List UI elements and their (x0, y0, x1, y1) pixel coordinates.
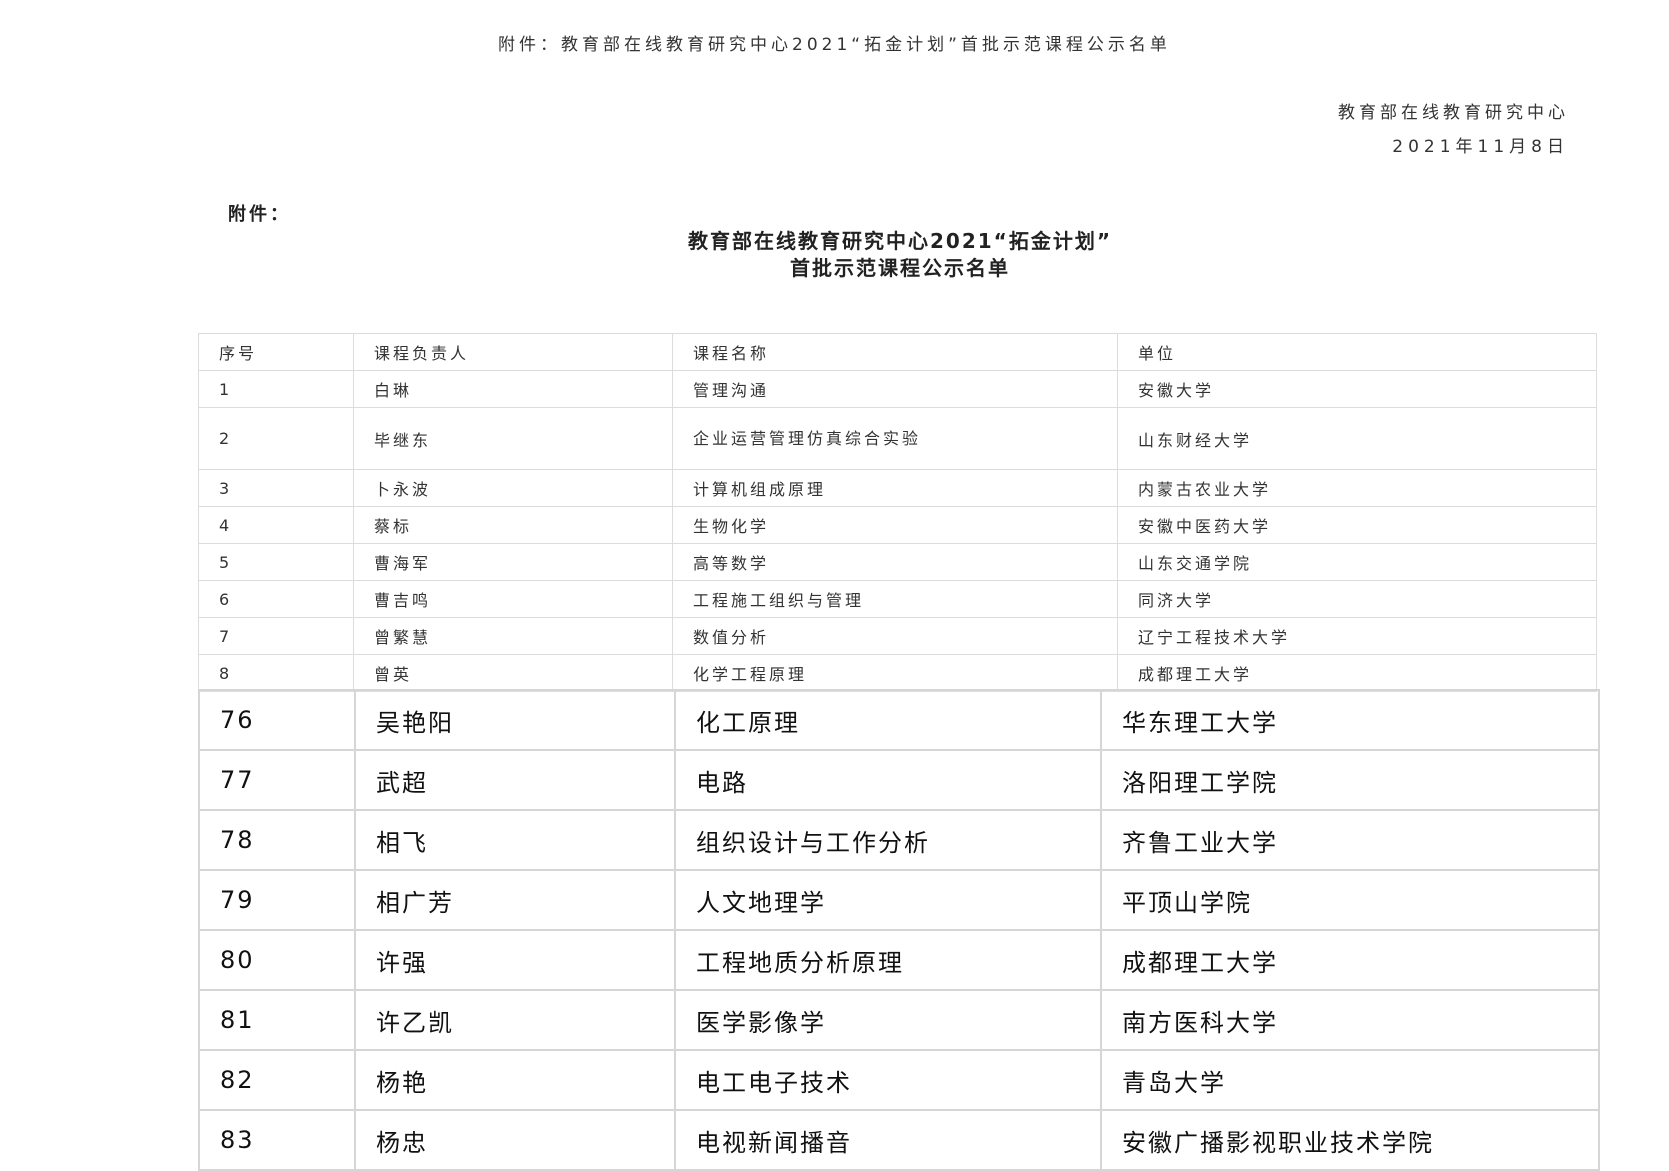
cell-unit: 洛阳理工学院 (1100, 749, 1600, 811)
cell-course: 人文地理学 (674, 869, 1102, 931)
table-row: 81 许乙凯 医学影像学 南方医科大学 (198, 989, 1600, 1051)
header-lead: 课程负责人 (353, 333, 673, 371)
cell-no: 2 (198, 407, 354, 470)
cell-unit: 华东理工大学 (1100, 689, 1600, 751)
cell-unit: 同济大学 (1117, 580, 1597, 618)
document-title: 教育部在线教育研究中心2021“拓金计划” 首批示范课程公示名单 (440, 228, 1360, 282)
table-row: 82 杨艳 电工电子技术 青岛大学 (198, 1049, 1600, 1111)
header-course: 课程名称 (672, 333, 1118, 371)
cell-no: 81 (198, 989, 356, 1051)
cell-course: 组织设计与工作分析 (674, 809, 1102, 871)
cell-no: 7 (198, 617, 354, 655)
cell-no: 78 (198, 809, 356, 871)
cell-lead: 杨艳 (354, 1049, 676, 1111)
cell-unit: 辽宁工程技术大学 (1117, 617, 1597, 655)
cell-lead: 毕继东 (353, 407, 673, 470)
table-row: 4 蔡标 生物化学 安徽中医药大学 (198, 506, 1597, 544)
cell-lead: 卜永波 (353, 469, 673, 507)
cell-course: 化工原理 (674, 689, 1102, 751)
cell-course: 电视新闻播音 (674, 1109, 1102, 1171)
cell-course: 医学影像学 (674, 989, 1102, 1051)
table-row: 3 卜永波 计算机组成原理 内蒙古农业大学 (198, 469, 1597, 507)
document-title-line-1: 教育部在线教育研究中心2021“拓金计划” (688, 229, 1112, 253)
cell-course: 化学工程原理 (672, 654, 1118, 692)
table-row: 5 曹海军 高等数学 山东交通学院 (198, 543, 1597, 581)
table-row: 77 武超 电路 洛阳理工学院 (198, 749, 1600, 811)
issuing-organization: 教育部在线教育研究中心 (1338, 103, 1569, 123)
document-title-line-2: 首批示范课程公示名单 (790, 256, 1010, 280)
cell-lead: 曹吉鸣 (353, 580, 673, 618)
cell-course: 管理沟通 (672, 370, 1118, 408)
cell-no: 82 (198, 1049, 356, 1111)
cell-unit: 平顶山学院 (1100, 869, 1600, 931)
cell-no: 80 (198, 929, 356, 991)
table-row: 83 杨忠 电视新闻播音 安徽广播影视职业技术学院 (198, 1109, 1600, 1171)
cell-unit: 山东财经大学 (1117, 407, 1597, 470)
cell-course: 生物化学 (672, 506, 1118, 544)
table-row: 76 吴艳阳 化工原理 华东理工大学 (198, 689, 1600, 751)
cell-course: 工程施工组织与管理 (672, 580, 1118, 618)
cell-course: 计算机组成原理 (672, 469, 1118, 507)
cell-no: 79 (198, 869, 356, 931)
course-table-small: 序号 课程负责人 课程名称 单位 1 白琳 管理沟通 安徽大学 2 毕继东 企业… (198, 333, 1597, 692)
table-row: 79 相广芳 人文地理学 平顶山学院 (198, 869, 1600, 931)
header-title: 附件：教育部在线教育研究中心2021“拓金计划”首批示范课程公示名单 (498, 35, 1171, 55)
cell-unit: 南方医科大学 (1100, 989, 1600, 1051)
table-row: 2 毕继东 企业运营管理仿真综合实验 山东财经大学 (198, 407, 1597, 470)
cell-unit: 山东交通学院 (1117, 543, 1597, 581)
cell-lead: 相飞 (354, 809, 676, 871)
issue-date: 2021年11月8日 (1392, 137, 1569, 157)
cell-lead: 曾英 (353, 654, 673, 692)
cell-lead: 白琳 (353, 370, 673, 408)
header-no: 序号 (198, 333, 354, 371)
cell-unit: 安徽广播影视职业技术学院 (1100, 1109, 1600, 1171)
cell-lead: 蔡标 (353, 506, 673, 544)
cell-unit: 安徽中医药大学 (1117, 506, 1597, 544)
cell-lead: 许乙凯 (354, 989, 676, 1051)
cell-course: 企业运营管理仿真综合实验 (672, 407, 1118, 470)
cell-unit: 安徽大学 (1117, 370, 1597, 408)
header-unit: 单位 (1117, 333, 1597, 371)
cell-course: 工程地质分析原理 (674, 929, 1102, 991)
cell-no: 76 (198, 689, 356, 751)
cell-lead: 吴艳阳 (354, 689, 676, 751)
table-row: 6 曹吉鸣 工程施工组织与管理 同济大学 (198, 580, 1597, 618)
table-header-row: 序号 课程负责人 课程名称 单位 (198, 333, 1597, 371)
table-row: 8 曾英 化学工程原理 成都理工大学 (198, 654, 1597, 692)
cell-no: 1 (198, 370, 354, 408)
cell-no: 6 (198, 580, 354, 618)
attachment-label: 附件： (228, 204, 291, 225)
cell-lead: 杨忠 (354, 1109, 676, 1171)
cell-unit: 成都理工大学 (1100, 929, 1600, 991)
cell-course: 数值分析 (672, 617, 1118, 655)
cell-lead: 曹海军 (353, 543, 673, 581)
cell-lead: 曾繁慧 (353, 617, 673, 655)
table-row: 1 白琳 管理沟通 安徽大学 (198, 370, 1597, 408)
cell-course: 电路 (674, 749, 1102, 811)
cell-lead: 武超 (354, 749, 676, 811)
cell-no: 8 (198, 654, 354, 692)
table-row: 7 曾繁慧 数值分析 辽宁工程技术大学 (198, 617, 1597, 655)
cell-no: 4 (198, 506, 354, 544)
cell-unit: 青岛大学 (1100, 1049, 1600, 1111)
table-row: 78 相飞 组织设计与工作分析 齐鲁工业大学 (198, 809, 1600, 871)
cell-lead: 许强 (354, 929, 676, 991)
course-table-large: 76 吴艳阳 化工原理 华东理工大学 77 武超 电路 洛阳理工学院 78 相飞… (198, 689, 1600, 1171)
cell-unit: 成都理工大学 (1117, 654, 1597, 692)
cell-course: 电工电子技术 (674, 1049, 1102, 1111)
cell-unit: 齐鲁工业大学 (1100, 809, 1600, 871)
cell-no: 5 (198, 543, 354, 581)
cell-course: 高等数学 (672, 543, 1118, 581)
cell-no: 3 (198, 469, 354, 507)
cell-no: 77 (198, 749, 356, 811)
cell-lead: 相广芳 (354, 869, 676, 931)
cell-unit: 内蒙古农业大学 (1117, 469, 1597, 507)
cell-no: 83 (198, 1109, 356, 1171)
table-row: 80 许强 工程地质分析原理 成都理工大学 (198, 929, 1600, 991)
